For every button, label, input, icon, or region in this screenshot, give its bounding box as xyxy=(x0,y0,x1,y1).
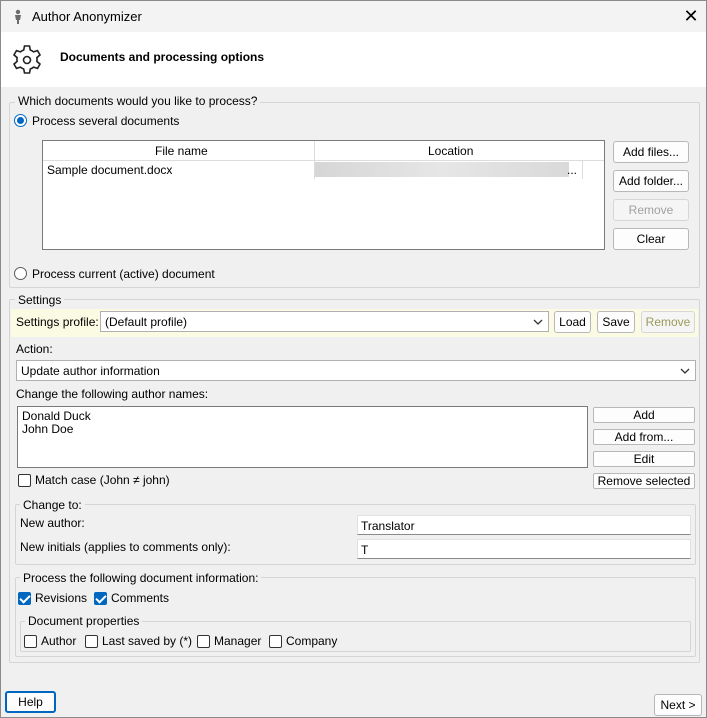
add-files-button[interactable]: Add files... xyxy=(613,141,689,163)
new-initials-value: T xyxy=(361,543,369,557)
list-item[interactable]: Donald Duck xyxy=(22,409,91,423)
comments-checkbox[interactable] xyxy=(94,592,107,605)
column-header-location[interactable]: Location xyxy=(428,144,473,158)
person-icon xyxy=(15,9,21,24)
new-author-label: New author: xyxy=(20,516,85,530)
window-title: Author Anonymizer xyxy=(32,9,142,24)
settings-group-label: Settings xyxy=(15,293,65,307)
page-title: Documents and processing options xyxy=(60,50,265,64)
settings-profile-value: (Default profile) xyxy=(105,315,188,329)
company-label[interactable]: Company xyxy=(286,634,337,648)
documents-group-label: Which documents would you like to proces… xyxy=(15,94,261,108)
last-saved-by-label[interactable]: Last saved by (*) xyxy=(102,634,192,648)
author-prop-label[interactable]: Author xyxy=(41,634,76,648)
remove-profile-button[interactable]: Remove xyxy=(641,311,695,333)
add-from-button[interactable]: Add from... xyxy=(593,429,695,445)
manager-label[interactable]: Manager xyxy=(214,634,261,648)
column-divider xyxy=(582,161,583,179)
save-profile-button[interactable]: Save xyxy=(597,311,635,333)
help-button[interactable]: Help xyxy=(5,691,56,713)
header: Documents and processing options xyxy=(1,32,706,87)
match-case-label[interactable]: Match case (John ≠ john) xyxy=(35,473,170,487)
author-names-list[interactable]: Donald Duck John Doe xyxy=(17,406,588,468)
new-initials-input[interactable]: T xyxy=(357,539,691,559)
load-profile-button[interactable]: Load xyxy=(554,311,591,333)
action-dropdown[interactable]: Update author information xyxy=(16,360,696,381)
settings-profile-dropdown[interactable]: (Default profile) xyxy=(100,311,549,332)
new-author-value: Translator xyxy=(361,519,415,533)
add-name-button[interactable]: Add xyxy=(593,407,695,423)
title-bar: Author Anonymizer ✕ xyxy=(1,1,706,32)
dialog-window: Author Anonymizer ✕ Documents and proces… xyxy=(0,0,707,718)
process-several-label[interactable]: Process several documents xyxy=(32,114,179,128)
remove-selected-button[interactable]: Remove selected xyxy=(593,473,695,489)
revisions-checkbox[interactable] xyxy=(18,592,31,605)
comments-label[interactable]: Comments xyxy=(111,591,169,605)
column-header-file-name[interactable]: File name xyxy=(155,144,208,158)
company-checkbox[interactable] xyxy=(269,635,282,648)
process-current-label[interactable]: Process current (active) document xyxy=(32,267,215,281)
doc-props-group-label: Document properties xyxy=(25,614,143,628)
remove-files-button[interactable]: Remove xyxy=(613,199,689,221)
chevron-down-icon xyxy=(533,319,543,325)
close-icon[interactable]: ✕ xyxy=(679,5,703,27)
new-initials-label: New initials (applies to comments only): xyxy=(20,540,231,554)
author-checkbox[interactable] xyxy=(24,635,37,648)
change-to-group-label: Change to: xyxy=(20,498,85,512)
author-names-label: Change the following author names: xyxy=(16,387,209,401)
process-several-radio[interactable] xyxy=(14,114,27,127)
location-cell-suffix: ... xyxy=(567,163,578,177)
process-current-radio[interactable] xyxy=(14,267,27,280)
add-folder-button[interactable]: Add folder... xyxy=(613,170,689,192)
table-header: File name Location xyxy=(43,141,604,161)
gear-icon xyxy=(12,45,42,74)
action-label: Action: xyxy=(16,342,53,356)
settings-profile-label: Settings profile: xyxy=(16,315,99,329)
new-author-input[interactable]: Translator xyxy=(357,515,691,535)
location-redacted xyxy=(315,162,569,177)
table-row[interactable]: Sample document.docx ... xyxy=(43,161,604,179)
next-button[interactable]: Next > xyxy=(654,694,702,716)
action-value: Update author information xyxy=(21,364,160,378)
file-name-cell: Sample document.docx xyxy=(47,163,173,177)
column-divider xyxy=(314,141,315,161)
revisions-label[interactable]: Revisions xyxy=(35,591,87,605)
process-info-group-label: Process the following document informati… xyxy=(20,571,262,585)
clear-files-button[interactable]: Clear xyxy=(613,228,689,250)
files-table[interactable]: File name Location Sample document.docx … xyxy=(42,140,605,250)
edit-name-button[interactable]: Edit xyxy=(593,451,695,467)
chevron-down-icon xyxy=(680,368,690,374)
manager-checkbox[interactable] xyxy=(197,635,210,648)
match-case-checkbox[interactable] xyxy=(18,474,31,487)
last-saved-by-checkbox[interactable] xyxy=(85,635,98,648)
list-item[interactable]: John Doe xyxy=(22,422,73,436)
